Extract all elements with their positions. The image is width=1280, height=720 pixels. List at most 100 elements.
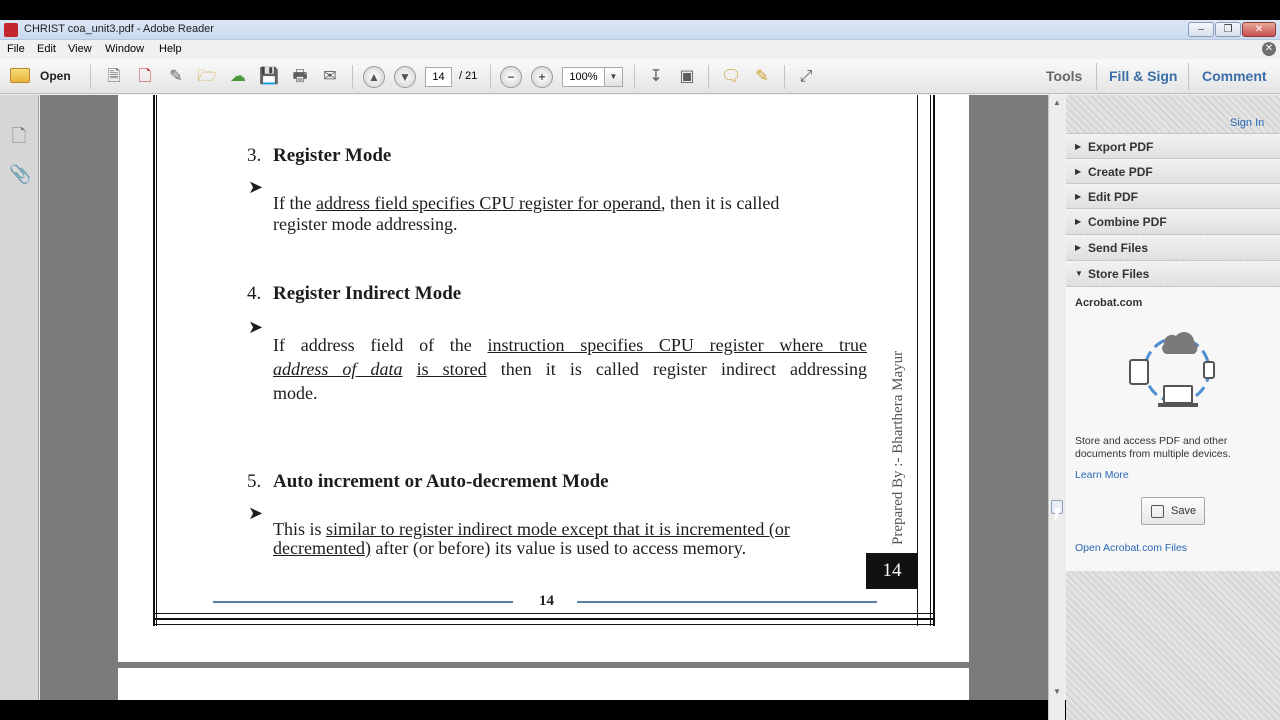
next-page-icon[interactable]: ▼ (394, 66, 416, 88)
menu-help[interactable]: Help (159, 43, 182, 55)
save-to-acrobat-button[interactable]: Save (1141, 497, 1205, 525)
paragraph-text-underlined: address field specifies CPU register for… (315, 193, 661, 213)
section-label: Create PDF (1088, 165, 1153, 179)
zoom-dropdown-icon[interactable]: ▼ (604, 67, 623, 87)
menu-file[interactable]: File (7, 43, 25, 55)
paragraph-text-underlined: similar to register indirect mode except… (326, 519, 790, 539)
create-pdf-icon[interactable]: 🗎 (104, 67, 124, 87)
save-icon[interactable]: 💾 (259, 67, 279, 87)
section-heading: Auto increment or Auto-decrement Mode (273, 471, 609, 492)
adobe-reader-icon (4, 23, 18, 37)
window-title: CHRIST coa_unit3.pdf - Adobe Reader (24, 23, 214, 35)
store-files-content: Acrobat.com Store and access PDF and oth… (1066, 286, 1280, 571)
close-window-button[interactable]: ✕ (1242, 22, 1276, 37)
expand-arrow-icon: ▶ (1075, 243, 1082, 252)
paragraph-line: mode. (273, 381, 867, 405)
full-screen-icon[interactable]: ⤢ (796, 67, 816, 87)
section-label: Send Files (1088, 241, 1149, 255)
toolbar-separator (352, 65, 353, 89)
tab-comment[interactable]: Comment (1202, 68, 1267, 84)
paragraph-text: If the (273, 193, 316, 213)
previous-page-icon[interactable]: ▲ (363, 66, 385, 88)
document-view[interactable]: 3. Register Mode ➤ If the address field … (40, 95, 1048, 700)
toolbar-separator (634, 65, 635, 89)
scroll-down-icon[interactable]: ▼ (1051, 686, 1063, 698)
page-thumbnails-icon[interactable]: 🗋 (9, 125, 29, 147)
toolbar-separator (90, 65, 91, 89)
page-border (933, 95, 935, 626)
upload-cloud-icon[interactable]: ☁ (228, 67, 248, 87)
paragraph-text-underlined: instruction specifies CPU register where… (487, 335, 867, 355)
paragraph: If address field of the instruction spec… (273, 333, 867, 405)
fit-page-icon[interactable]: ▣ (677, 67, 697, 87)
menu-edit[interactable]: Edit (37, 43, 56, 55)
email-icon[interactable]: ✉ (320, 67, 340, 87)
fit-width-icon[interactable]: ↧ (646, 67, 666, 87)
vertical-scrollbar[interactable]: ▲ ▼ (1048, 95, 1065, 720)
acrobat-com-title: Acrobat.com (1075, 297, 1143, 309)
menu-view[interactable]: View (68, 43, 92, 55)
paragraph-text: mode. (273, 383, 318, 403)
zoom-level-input[interactable]: 100% (562, 67, 604, 87)
sticky-note-icon[interactable]: 🗨 (721, 67, 741, 87)
close-document-icon[interactable]: ✕ (1262, 42, 1276, 56)
minimize-button[interactable]: – (1188, 22, 1214, 37)
toolbar-separator (784, 65, 785, 89)
zoom-in-icon[interactable]: + (531, 66, 553, 88)
section-number: 3. (247, 145, 262, 166)
export-pdf-section[interactable]: ▶ Export PDF (1066, 133, 1280, 158)
folder-icon (10, 68, 30, 83)
open-button[interactable]: Open (6, 65, 78, 87)
combine-files-icon[interactable]: 🗁 (197, 67, 217, 87)
arrow-bullet-icon: ➤ (248, 317, 264, 337)
print-icon[interactable]: 🖶 (290, 67, 310, 87)
tools-side-panel: Sign In ▶ Export PDF ▶ Create PDF ▶ Edit PD… (1066, 95, 1280, 720)
highlight-text-icon[interactable]: ✎ (752, 67, 772, 87)
zoom-out-icon[interactable]: − (500, 66, 522, 88)
edit-pdf-icon[interactable]: ✎ (166, 67, 186, 87)
collapse-arrow-icon: ▼ (1075, 269, 1083, 278)
side-author-text: Prepared By :- Bharthera Mayur (890, 350, 906, 545)
maximize-button[interactable]: ❐ (1215, 22, 1241, 37)
tab-tools[interactable]: Tools (1046, 68, 1082, 84)
save-icon (1151, 505, 1164, 518)
page-total: / 21 (459, 70, 478, 82)
page-border (917, 95, 918, 626)
footer-page-number: 14 (539, 593, 554, 609)
store-files-section[interactable]: ▼ Store Files (1066, 260, 1280, 285)
send-files-section[interactable]: ▶ Send Files (1066, 234, 1280, 259)
arrow-bullet-icon: ➤ (248, 177, 264, 197)
section-label: Store Files (1088, 267, 1150, 281)
toolbar-separator (490, 65, 491, 89)
attachments-icon[interactable]: 📎 (9, 163, 31, 185)
page-number-input[interactable]: 14 (425, 67, 452, 87)
paragraph-text-underlined: decremented) (273, 538, 371, 558)
section-heading: Register Indirect Mode (273, 283, 462, 304)
section-number: 5. (247, 471, 262, 492)
sign-in-link[interactable]: Sign In (1230, 117, 1264, 129)
section-heading: Register Mode (273, 145, 392, 166)
save-label: Save (1171, 505, 1197, 517)
paragraph-text: If address field of the (273, 335, 488, 355)
scroll-up-icon[interactable]: ▲ (1051, 97, 1063, 109)
combine-pdf-section[interactable]: ▶ Combine PDF (1066, 208, 1280, 233)
section-number: 4. (247, 283, 262, 304)
learn-more-link[interactable]: Learn More (1075, 469, 1129, 481)
section-label: Edit PDF (1088, 190, 1138, 204)
page-border (930, 95, 931, 626)
edit-pdf-section[interactable]: ▶ Edit PDF (1066, 183, 1280, 208)
tab-separator (1096, 63, 1097, 90)
create-pdf-section[interactable]: ▶ Create PDF (1066, 158, 1280, 183)
main-toolbar: Open 🗎 🗋 ✎ 🗁 ☁ 💾 🖶 ✉ ▲ ▼ 14 / 21 − + 100… (0, 59, 1280, 94)
section-label: Combine PDF (1088, 215, 1167, 229)
page-border (156, 95, 157, 626)
store-description: Store and access PDF and other documents… (1075, 435, 1231, 460)
tab-fill-sign[interactable]: Fill & Sign (1109, 68, 1177, 84)
arrow-bullet-icon: ➤ (248, 503, 264, 523)
cloud-devices-icon (1129, 332, 1215, 407)
navigation-pane: 🗋 📎 (0, 95, 39, 700)
open-acrobat-files-link[interactable]: Open Acrobat.com Files (1075, 542, 1187, 554)
export-pdf-icon[interactable]: 🗋 (135, 67, 155, 87)
paragraph-line: If address field of the instruction spec… (273, 333, 867, 357)
menu-window[interactable]: Window (105, 43, 144, 55)
